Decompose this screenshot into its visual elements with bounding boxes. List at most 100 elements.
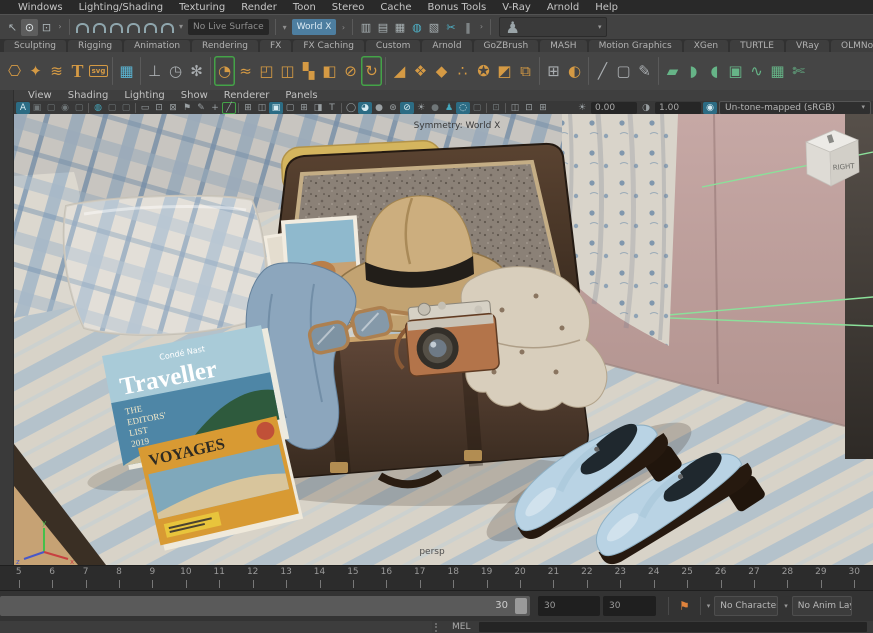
timeline-bookmark-icon[interactable]: ⚑ (679, 599, 690, 613)
menu-item[interactable]: V-Ray (494, 2, 539, 13)
plaid-pillow[interactable] (64, 196, 266, 335)
mash-falloff-icon[interactable]: ❖ (410, 56, 431, 86)
shelf-tab[interactable]: Rigging (68, 40, 122, 52)
panel-menu-item[interactable]: Panels (277, 90, 325, 101)
shelf-tab[interactable]: Arnold (422, 40, 471, 52)
depth-of-field-icon[interactable]: ▢ (470, 102, 484, 114)
annotate-line-icon[interactable]: ╱ (222, 102, 236, 114)
timeline-frame[interactable]: 13 (269, 566, 302, 590)
layout-split-icon[interactable]: ⊞ (297, 102, 311, 114)
playback-end-field[interactable]: 30 (538, 596, 600, 616)
grease-pencil-icon[interactable]: ✎ (194, 102, 208, 114)
mash-instancer-icon[interactable]: ◆ (431, 56, 452, 86)
cut-section-icon[interactable]: ✂ (442, 19, 459, 36)
modeling-toolkit-icon[interactable]: ▦ (116, 56, 137, 86)
expand-arrow-icon[interactable]: › (55, 19, 65, 36)
time-slider[interactable]: 5 6 7 8 9 10 11 12 (0, 565, 873, 591)
rotate-tool-icon[interactable]: ◉ (58, 102, 72, 114)
camera-attributes-icon[interactable]: ⊠ (166, 102, 180, 114)
pencil-curve-icon[interactable]: ✎ (634, 56, 655, 86)
shelf-tab[interactable]: Rendering (192, 40, 258, 52)
range-slider[interactable]: 30 (0, 596, 530, 616)
timeline-frame[interactable]: 11 (203, 566, 236, 590)
timeline-frame[interactable]: 24 (637, 566, 670, 590)
timeline-frame[interactable]: 19 (470, 566, 503, 590)
timeline-frame[interactable]: 29 (804, 566, 837, 590)
select-camera-icon[interactable]: ▭ (138, 102, 152, 114)
snap-curve-icon[interactable] (91, 19, 108, 36)
timeline-frame[interactable]: 27 (737, 566, 770, 590)
sweep-mesh-icon[interactable]: ≋ (46, 56, 67, 86)
menu-item[interactable]: Lighting/Shading (71, 2, 171, 13)
type-tool-icon[interactable]: T (67, 56, 88, 86)
animation-end-field[interactable]: 30 (603, 596, 656, 616)
wrap-deformer-icon[interactable]: ◐ (564, 56, 585, 86)
shelf-tab[interactable]: MASH (540, 40, 586, 52)
timeline-frame[interactable]: 21 (537, 566, 570, 590)
timeline-frame[interactable]: 14 (303, 566, 336, 590)
live-surface-field[interactable]: No Live Surface (188, 19, 269, 35)
flair-window-icon[interactable]: ▦ (767, 56, 788, 86)
shadows-icon[interactable]: ⊘ (400, 102, 414, 114)
shelf-tab[interactable]: FX Caching (293, 40, 364, 52)
panel-menu-item[interactable]: Show (173, 90, 216, 101)
mash-stack-icon[interactable]: ⧉ (515, 56, 536, 86)
mash-grid-icon[interactable]: ▚ (298, 56, 319, 86)
symmetry-dropdown-icon[interactable]: ▾ (280, 19, 290, 36)
command-input[interactable] (479, 622, 867, 632)
command-mode-toggle[interactable]: MEL (443, 622, 479, 632)
menu-item[interactable]: Cache (372, 2, 419, 13)
anti-alias-icon[interactable]: ◌ (456, 102, 470, 114)
svg-tool-icon[interactable]: svg (88, 56, 109, 86)
flair-cut-icon[interactable]: ✄ (788, 56, 809, 86)
menu-item[interactable]: Windows (10, 2, 71, 13)
timeline-frame[interactable]: 7 (69, 566, 102, 590)
panel-menu-item[interactable]: Lighting (116, 90, 172, 101)
curve-draw-icon[interactable]: ╱ (592, 56, 613, 86)
shelf-tab[interactable]: Custom (366, 40, 420, 52)
layout-text-icon[interactable]: T (325, 102, 339, 114)
shelf-tab[interactable]: OLMNormals (831, 40, 873, 52)
mash-distribute-icon[interactable]: ◫ (277, 56, 298, 86)
timeline-frame[interactable]: 17 (403, 566, 436, 590)
flair-ribbon-icon[interactable]: ∿ (746, 56, 767, 86)
select-component-icon[interactable]: ⊡ (38, 19, 55, 36)
timeline-frame[interactable]: 15 (336, 566, 369, 590)
motion-blur-icon[interactable]: ● (428, 102, 442, 114)
mash-points-icon[interactable]: ∴ (452, 56, 473, 86)
paint-erase-icon[interactable]: ▢ (119, 102, 133, 114)
ocean-icon[interactable]: ≈ (235, 56, 256, 86)
exposure-field[interactable]: 0.00 (591, 102, 637, 114)
render-current-frame-icon[interactable]: ▤ (374, 19, 391, 36)
timeline-frame[interactable]: 30 (838, 566, 871, 590)
shelf-tab[interactable]: VRay (786, 40, 829, 52)
shelf-tab[interactable]: Motion Graphics (589, 40, 682, 52)
smooth-shaded-icon[interactable]: ◕ (358, 102, 372, 114)
shelf-tab[interactable]: Sculpting (4, 40, 66, 52)
freeze-transform-icon[interactable]: ✻ (186, 56, 207, 86)
lock-camera-icon[interactable]: ⊡ (152, 102, 166, 114)
ipr-render-icon[interactable]: ▦ (391, 19, 408, 36)
timeline-frame[interactable]: 5 (2, 566, 35, 590)
renderer-indicator-icon[interactable]: A (16, 102, 30, 114)
move-tool-icon[interactable]: ▢ (44, 102, 58, 114)
snap-grid-icon[interactable] (74, 19, 91, 36)
create-star-icon[interactable]: ✦ (25, 56, 46, 86)
mash-world-icon[interactable]: ✪ (473, 56, 494, 86)
timeline-frame[interactable]: 23 (604, 566, 637, 590)
select-hierarchy-icon[interactable]: ↖ (4, 19, 21, 36)
timeline-frame[interactable]: 20 (503, 566, 536, 590)
isolate-select-icon[interactable]: ⊡ (489, 102, 503, 114)
use-all-lights-icon[interactable]: ⊛ (386, 102, 400, 114)
make-live-icon[interactable] (159, 19, 176, 36)
mash-orient-icon[interactable]: ↻ (361, 56, 382, 86)
timeline-frame[interactable]: 8 (102, 566, 135, 590)
snap-point-icon[interactable] (108, 19, 125, 36)
ambient-occlusion-icon[interactable]: ☀ (414, 102, 428, 114)
shelf-tab[interactable]: GoZBrush (474, 40, 539, 52)
colorspace-select[interactable]: Un-tone-mapped (sRGB) ▾ (719, 101, 871, 115)
mash-break-icon[interactable]: ⊘ (340, 56, 361, 86)
wireframe-icon[interactable]: ◯ (344, 102, 358, 114)
render-settings-icon[interactable]: ◍ (408, 19, 425, 36)
snap-view-plane-icon[interactable] (142, 19, 159, 36)
